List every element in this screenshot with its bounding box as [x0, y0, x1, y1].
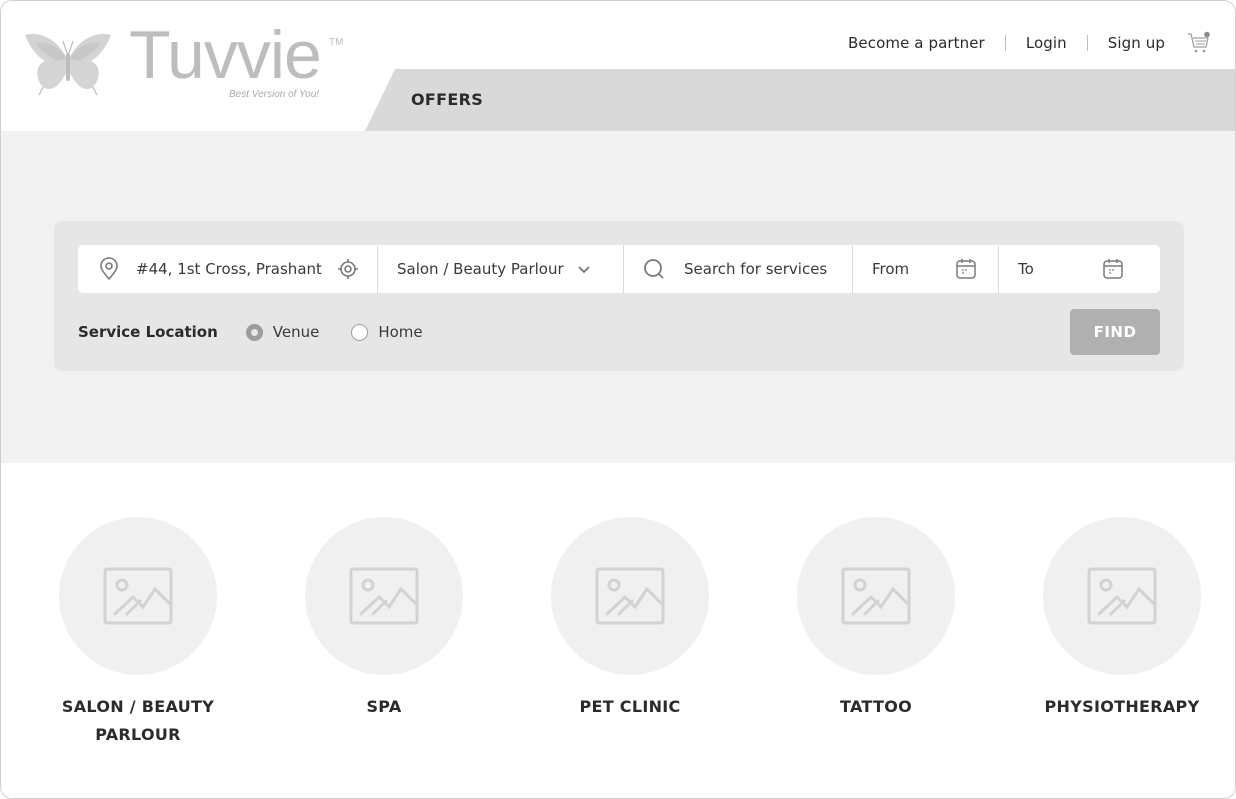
category-item-spa[interactable]: SPA	[284, 517, 484, 721]
search-panel: #44, 1st Cross, Prashant Salon / Beauty …	[54, 221, 1184, 371]
location-field[interactable]: #44, 1st Cross, Prashant	[78, 245, 378, 293]
cart-button[interactable]	[1187, 31, 1211, 55]
category-image[interactable]	[59, 517, 217, 675]
category-image[interactable]	[797, 517, 955, 675]
category-label: TATTOO	[839, 697, 912, 716]
home-radio[interactable]: Home	[351, 323, 423, 341]
find-button[interactable]: FIND	[1070, 309, 1160, 355]
brand-tagline: Best Version of You!	[229, 89, 320, 100]
brand-name: Tuvvie	[129, 17, 322, 93]
category-label: SALON / BEAUTY PARLOUR	[61, 697, 215, 744]
home-radio-label: Home	[378, 323, 423, 341]
hero-section: #44, 1st Cross, Prashant Salon / Beauty …	[1, 131, 1235, 463]
service-location-label: Service Location	[78, 323, 218, 341]
calendar-icon[interactable]	[1102, 257, 1124, 281]
search-icon	[644, 259, 664, 279]
chevron-down-icon	[578, 266, 590, 274]
nav-divider	[1086, 35, 1088, 51]
category-image[interactable]	[1043, 517, 1201, 675]
logo[interactable]: Tuvvie TM Best Version of You!	[23, 21, 353, 103]
category-item-pet-clinic[interactable]: PET CLINIC	[530, 517, 730, 721]
header: Tuvvie TM Best Version of You! Become a …	[1, 1, 1235, 131]
category-item-tattoo[interactable]: TATTOO	[776, 517, 976, 721]
image-placeholder-icon	[1087, 567, 1157, 625]
butterfly-icon	[25, 33, 111, 96]
venue-radio[interactable]: Venue	[245, 323, 320, 341]
from-date-input[interactable]	[872, 260, 952, 278]
become-partner-link[interactable]: Become a partner	[848, 34, 985, 52]
service-location-group: Service Location Venue Home	[78, 319, 455, 345]
image-placeholder-icon	[595, 567, 665, 625]
top-nav: Become a partner Login Sign up	[848, 31, 1211, 55]
trademark: TM	[329, 37, 344, 48]
image-placeholder-icon	[841, 567, 911, 625]
category-list: SALON / BEAUTY PARLOUR SPA PET CLINIC TA…	[1, 463, 1235, 798]
home-radio-button[interactable]	[351, 323, 369, 341]
to-date-input[interactable]	[1018, 260, 1088, 278]
from-date-field[interactable]	[853, 245, 999, 293]
category-label: SPA	[366, 697, 402, 716]
offers-link[interactable]: OFFERS	[411, 90, 483, 109]
signup-link[interactable]: Sign up	[1108, 34, 1165, 52]
venue-radio-label: Venue	[272, 323, 320, 341]
map-pin-icon	[100, 257, 118, 281]
service-search	[624, 245, 853, 293]
nav-divider	[1004, 35, 1006, 51]
search-bar: #44, 1st Cross, Prashant Salon / Beauty …	[78, 245, 1160, 293]
category-label: PHYSIOTHERAPY	[1044, 697, 1200, 716]
category-image[interactable]	[305, 517, 463, 675]
category-label: PET CLINIC	[579, 697, 681, 716]
location-value: #44, 1st Cross, Prashant	[136, 260, 322, 278]
cart-icon	[1188, 31, 1210, 53]
to-date-field[interactable]	[999, 245, 1160, 293]
login-link[interactable]: Login	[1026, 34, 1067, 52]
image-placeholder-icon	[349, 567, 419, 625]
page-frame: Tuvvie TM Best Version of You! Become a …	[0, 0, 1236, 799]
category-item-salon[interactable]: SALON / BEAUTY PARLOUR	[38, 517, 238, 749]
category-select[interactable]: Salon / Beauty Parlour	[378, 245, 624, 293]
category-item-physiotherapy[interactable]: PHYSIOTHERAPY	[1022, 517, 1222, 721]
venue-radio-button[interactable]	[245, 323, 263, 341]
category-selected: Salon / Beauty Parlour	[397, 260, 564, 278]
crosshair-icon[interactable]	[337, 258, 359, 280]
offers-bar: OFFERS	[365, 69, 1235, 131]
calendar-icon[interactable]	[955, 257, 977, 281]
service-search-input[interactable]	[684, 260, 852, 278]
category-image[interactable]	[551, 517, 709, 675]
offers-bar-shape	[365, 69, 1235, 131]
image-placeholder-icon	[103, 567, 173, 625]
